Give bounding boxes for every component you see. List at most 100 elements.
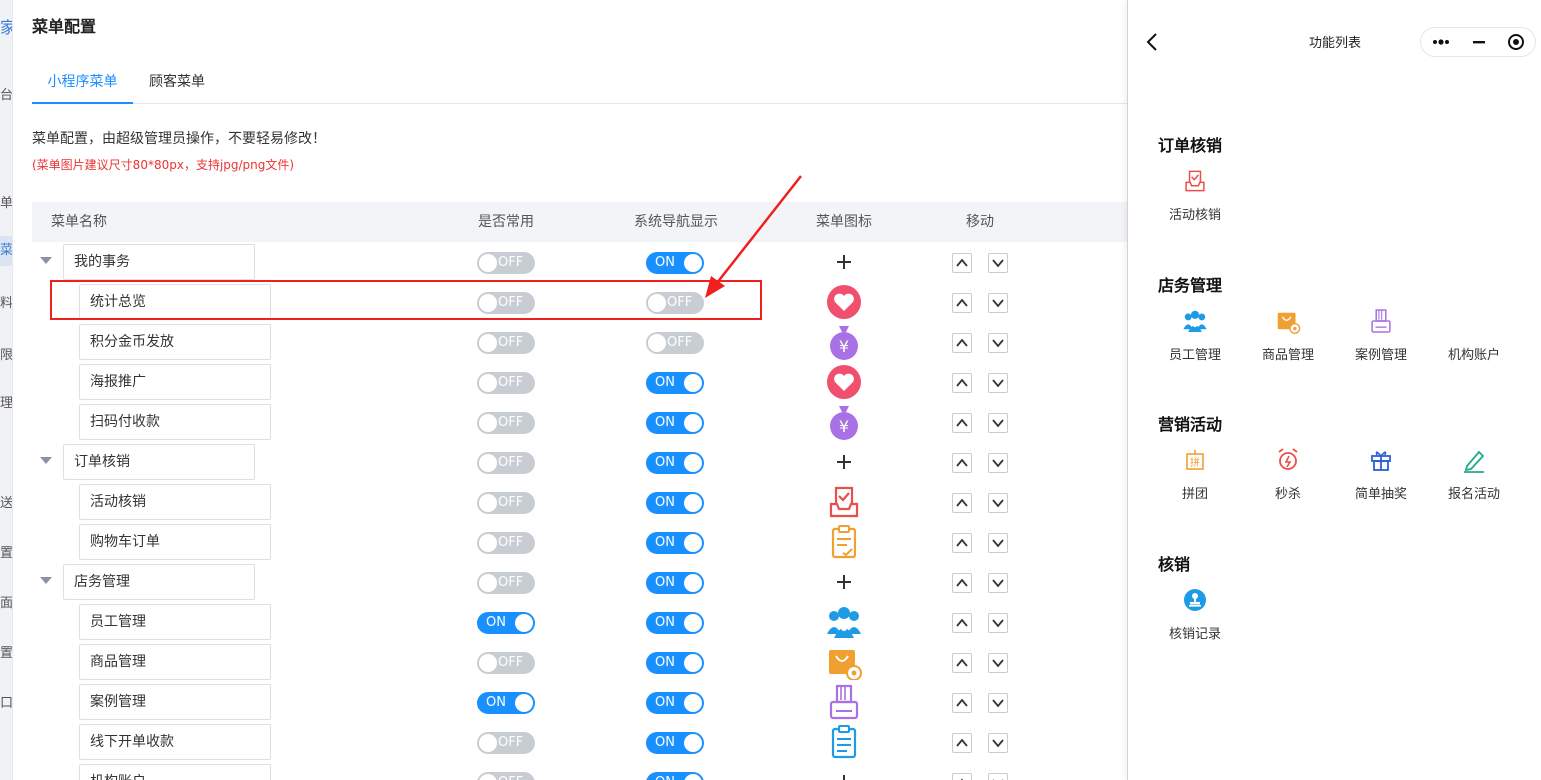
move-up-button[interactable] <box>952 453 972 473</box>
move-down-button[interactable] <box>988 733 1008 753</box>
menu-icon-cell[interactable] <box>825 442 863 482</box>
feature-item[interactable]: 拼拼团 <box>1155 447 1235 507</box>
menu-name-input[interactable]: 订单核销 <box>63 444 255 480</box>
nav-display-toggle[interactable]: OFF <box>646 332 704 354</box>
move-up-button[interactable] <box>952 373 972 393</box>
common-toggle[interactable]: ON <box>477 692 535 714</box>
menu-name-input[interactable]: 店务管理 <box>63 564 255 600</box>
sidebar-item[interactable]: 台 <box>0 84 12 103</box>
sidebar-item[interactable]: 限 <box>0 344 12 363</box>
sidebar-item[interactable]: 置 <box>0 542 12 561</box>
feature-item[interactable]: 秒杀 <box>1248 447 1328 507</box>
move-up-button[interactable] <box>952 693 972 713</box>
common-toggle[interactable]: OFF <box>477 332 535 354</box>
common-toggle[interactable]: ON <box>477 612 535 634</box>
move-down-button[interactable] <box>988 413 1008 433</box>
menu-icon-cell[interactable] <box>825 282 863 322</box>
menu-name-input[interactable]: 活动核销 <box>79 484 271 520</box>
menu-name-input[interactable]: 案例管理 <box>79 684 271 720</box>
minimize-button[interactable] <box>1460 28 1498 56</box>
nav-display-toggle[interactable]: ON <box>646 612 704 634</box>
feature-item[interactable]: 简单抽奖 <box>1341 447 1421 507</box>
move-up-button[interactable] <box>952 333 972 353</box>
menu-name-input[interactable]: 商品管理 <box>79 644 271 680</box>
common-toggle[interactable]: OFF <box>477 652 535 674</box>
menu-name-input[interactable]: 机构账户 <box>79 764 271 780</box>
move-up-button[interactable] <box>952 413 972 433</box>
nav-display-toggle[interactable]: ON <box>646 652 704 674</box>
sidebar-item[interactable]: 口 <box>0 692 12 711</box>
common-toggle[interactable]: OFF <box>477 372 535 394</box>
move-up-button[interactable] <box>952 613 972 633</box>
common-toggle[interactable]: OFF <box>477 532 535 554</box>
expand-caret-icon[interactable] <box>40 457 52 464</box>
close-button[interactable] <box>1497 28 1535 56</box>
menu-name-input[interactable]: 购物车订单 <box>79 524 271 560</box>
menu-name-input[interactable]: 员工管理 <box>79 604 271 640</box>
menu-name-input[interactable]: 统计总览 <box>79 284 271 320</box>
menu-name-input[interactable]: 积分金币发放 <box>79 324 271 360</box>
move-down-button[interactable] <box>988 293 1008 313</box>
common-toggle[interactable]: OFF <box>477 412 535 434</box>
sidebar-item[interactable]: 家 <box>0 14 12 38</box>
feature-item[interactable]: 核销记录 <box>1155 587 1235 647</box>
menu-icon-cell[interactable] <box>825 242 863 282</box>
menu-name-input[interactable]: 海报推广 <box>79 364 271 400</box>
nav-display-toggle[interactable]: ON <box>646 532 704 554</box>
sidebar-item[interactable]: 置 <box>0 642 12 661</box>
sidebar-item-active[interactable]: 菜 <box>0 236 12 266</box>
move-down-button[interactable] <box>988 773 1008 780</box>
menu-name-input[interactable]: 我的事务 <box>63 244 255 280</box>
sidebar-item[interactable]: 送 <box>0 492 12 511</box>
feature-item[interactable]: 机构账户 <box>1434 308 1514 368</box>
feature-item[interactable]: 活动核销 <box>1155 168 1235 228</box>
menu-icon-cell[interactable] <box>825 522 863 562</box>
expand-caret-icon[interactable] <box>40 257 52 264</box>
move-down-button[interactable] <box>988 373 1008 393</box>
more-button[interactable] <box>1422 28 1460 56</box>
move-up-button[interactable] <box>952 653 972 673</box>
sidebar-item[interactable]: 料 <box>0 292 12 311</box>
menu-icon-cell[interactable] <box>825 562 863 602</box>
move-down-button[interactable] <box>988 453 1008 473</box>
move-down-button[interactable] <box>988 253 1008 273</box>
move-down-button[interactable] <box>988 533 1008 553</box>
move-down-button[interactable] <box>988 613 1008 633</box>
common-toggle[interactable]: OFF <box>477 572 535 594</box>
sidebar-item[interactable]: 理 <box>0 392 12 411</box>
sidebar-item[interactable]: 面 <box>0 592 12 611</box>
menu-icon-cell[interactable] <box>825 682 863 722</box>
common-toggle[interactable]: OFF <box>477 732 535 754</box>
menu-icon-cell[interactable]: ¥ <box>825 402 863 442</box>
nav-display-toggle[interactable]: ON <box>646 372 704 394</box>
common-toggle[interactable]: OFF <box>477 772 535 780</box>
nav-display-toggle[interactable]: ON <box>646 492 704 514</box>
feature-item[interactable]: 商品管理 <box>1248 308 1328 368</box>
move-up-button[interactable] <box>952 493 972 513</box>
menu-icon-cell[interactable] <box>825 602 863 642</box>
nav-display-toggle[interactable]: OFF <box>646 292 704 314</box>
menu-name-input[interactable]: 线下开单收款 <box>79 724 271 760</box>
move-up-button[interactable] <box>952 573 972 593</box>
sidebar-item[interactable]: 单配 <box>0 192 12 211</box>
common-toggle[interactable]: OFF <box>477 492 535 514</box>
menu-icon-cell[interactable] <box>825 642 863 682</box>
feature-item[interactable]: 案例管理 <box>1341 308 1421 368</box>
nav-display-toggle[interactable]: ON <box>646 412 704 434</box>
common-toggle[interactable]: OFF <box>477 452 535 474</box>
menu-icon-cell[interactable] <box>825 362 863 402</box>
move-down-button[interactable] <box>988 653 1008 673</box>
move-up-button[interactable] <box>952 733 972 753</box>
menu-icon-cell[interactable] <box>825 722 863 762</box>
nav-display-toggle[interactable]: ON <box>646 732 704 754</box>
nav-display-toggle[interactable]: ON <box>646 452 704 474</box>
nav-display-toggle[interactable]: ON <box>646 772 704 780</box>
move-up-button[interactable] <box>952 533 972 553</box>
move-up-button[interactable] <box>952 293 972 313</box>
move-down-button[interactable] <box>988 493 1008 513</box>
tab-miniprogram-menu[interactable]: 小程序菜单 <box>32 62 133 104</box>
tab-customer-menu[interactable]: 顾客菜单 <box>149 62 205 104</box>
menu-name-input[interactable]: 扫码付收款 <box>79 404 271 440</box>
move-down-button[interactable] <box>988 573 1008 593</box>
move-up-button[interactable] <box>952 253 972 273</box>
